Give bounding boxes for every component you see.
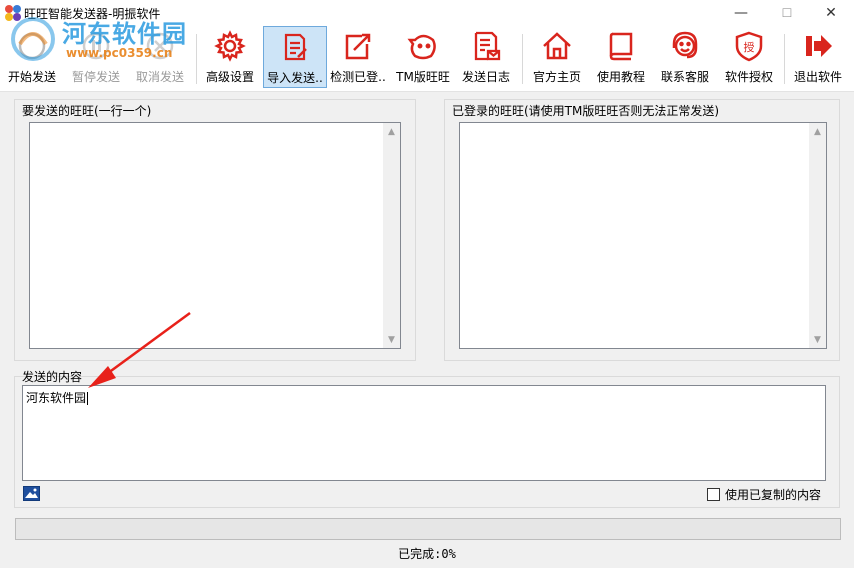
gear-icon [214, 30, 246, 62]
watermark-logo [11, 17, 55, 61]
status-prefix: 已完成: [398, 547, 442, 561]
log-icon [474, 31, 501, 61]
toolbar-separator [784, 34, 785, 84]
content-label: 发送的内容 [22, 370, 83, 384]
official-home-button[interactable]: 官方主页 [528, 26, 586, 88]
check-logged-button[interactable]: 检测已登.. [329, 26, 387, 88]
svg-text:授: 授 [744, 40, 755, 54]
use-copied-label: 使用已复制的内容 [724, 488, 821, 502]
home-icon [543, 32, 571, 60]
import-icon [284, 33, 307, 61]
logged-list-scrollbar[interactable]: ▲ ▼ [809, 123, 826, 348]
watermark-url: www.pc0359.cn [66, 46, 173, 60]
minimize-button[interactable]: — [718, 0, 764, 26]
insert-image-icon[interactable] [23, 486, 40, 501]
send-list-label: 要发送的旺旺(一行一个) [22, 104, 152, 118]
content-textarea[interactable]: 河东软件园 [22, 385, 826, 481]
check-login-icon [345, 33, 371, 60]
contact-support-button[interactable]: 联系客服 [656, 26, 714, 88]
exit-icon [806, 35, 832, 57]
tm-wangwang-button[interactable]: TM版旺旺 [392, 26, 454, 88]
send-list-textarea[interactable]: ▲ ▼ [29, 122, 401, 349]
scroll-up-icon[interactable]: ▲ [383, 123, 400, 140]
license-icon: 授 [735, 31, 763, 62]
toolbar-separator [522, 34, 523, 84]
wangwang-icon [407, 34, 436, 60]
license-button[interactable]: 授 软件授权 [720, 26, 778, 88]
exit-button[interactable]: 退出软件 [790, 26, 846, 88]
use-copied-checkbox[interactable] [706, 488, 720, 501]
close-button[interactable]: ✕ [808, 0, 854, 26]
toolbar-separator [196, 34, 197, 84]
logged-list-label: 已登录的旺旺(请使用TM版旺旺否则无法正常发送) [452, 104, 720, 118]
scroll-down-icon[interactable]: ▼ [809, 331, 826, 348]
content-value: 河东软件园 [26, 391, 87, 405]
use-copied-option[interactable]: 使用已复制的内容 [706, 486, 821, 503]
watermark-site: 河东软件园 [62, 20, 187, 48]
progress-bar [15, 518, 841, 540]
text-caret [87, 392, 89, 405]
import-send-button[interactable]: 导入发送.. [263, 26, 327, 88]
support-icon [672, 31, 698, 59]
tutorial-button[interactable]: 使用教程 [592, 26, 650, 88]
advanced-settings-button[interactable]: 高级设置 [202, 26, 258, 88]
book-icon [609, 32, 633, 61]
scroll-down-icon[interactable]: ▼ [383, 331, 400, 348]
status-value: 0% [441, 547, 456, 561]
send-log-button[interactable]: 发送日志 [458, 26, 514, 88]
maximize-button[interactable]: ☐ [764, 0, 810, 26]
scroll-up-icon[interactable]: ▲ [809, 123, 826, 140]
status-text: 已完成:0% [0, 545, 854, 562]
logged-list-textarea[interactable]: ▲ ▼ [459, 122, 827, 349]
send-list-scrollbar[interactable]: ▲ ▼ [383, 123, 400, 348]
